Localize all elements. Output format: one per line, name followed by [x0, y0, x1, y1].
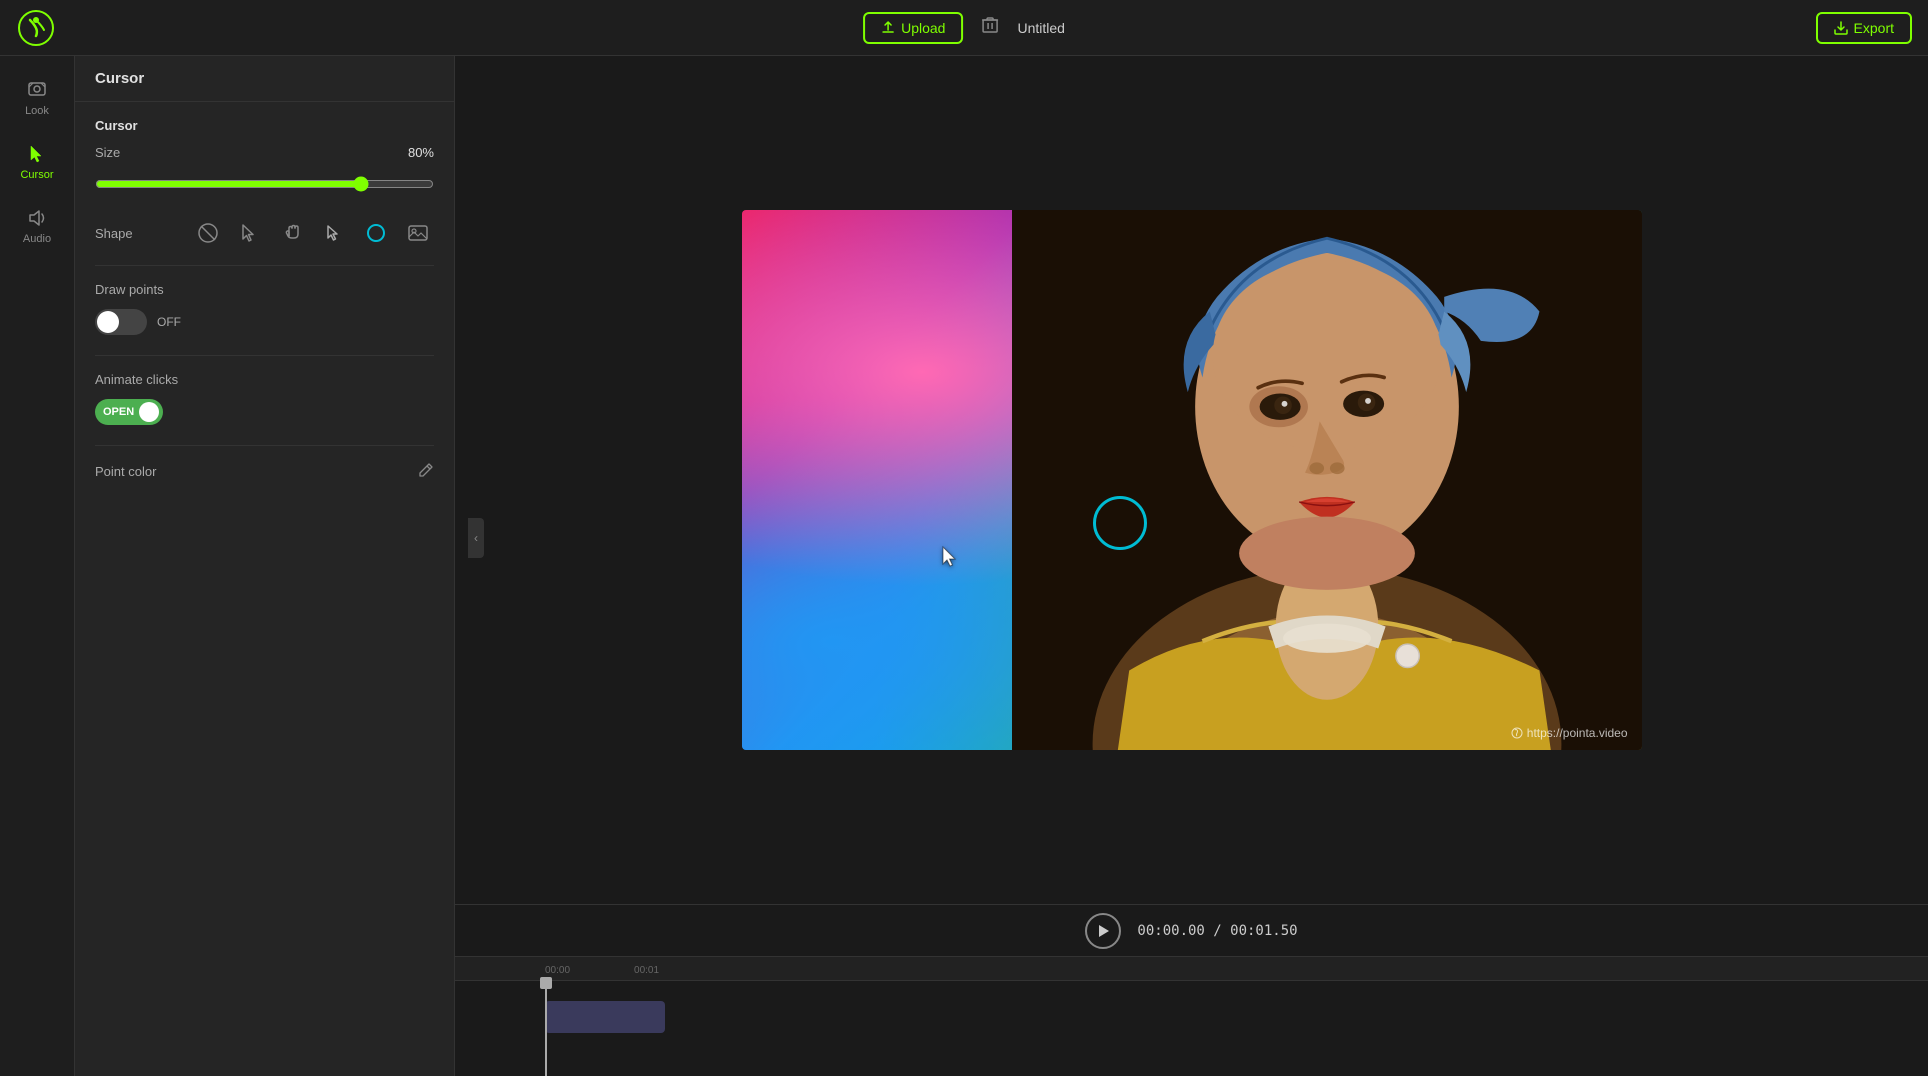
timeline-ruler: 00:00 00:01 [455, 957, 1928, 981]
video-preview: https://pointa.video [455, 56, 1928, 904]
watermark-url: https://pointa.video [1527, 726, 1628, 740]
sidebar-item-cursor[interactable]: Cursor [7, 132, 67, 192]
cursor-section-title: Cursor [95, 118, 434, 133]
shape-label: Shape [95, 226, 133, 241]
point-color-edit-icon[interactable] [418, 462, 434, 481]
content-area: https://pointa.video 00:00.00 / 00:01.50… [455, 56, 1928, 1076]
divider-3 [95, 445, 434, 446]
animate-clicks-knob [139, 402, 159, 422]
animate-clicks-toggle-row: OPEN [95, 399, 434, 425]
cursor-arrow-overlay [940, 545, 960, 575]
shape-icons [192, 217, 434, 249]
divider-1 [95, 265, 434, 266]
size-slider-container [95, 170, 434, 197]
app-logo[interactable] [16, 8, 56, 48]
properties-panel: Cursor Cursor Size 80% Shape [75, 56, 455, 1076]
video-canvas: https://pointa.video [742, 210, 1642, 750]
shape-arrow[interactable] [234, 217, 266, 249]
size-label: Size [95, 145, 120, 160]
timeline: 00:00 00:01 [455, 956, 1928, 1076]
sidebar-item-cursor-label: Cursor [20, 169, 53, 181]
shape-none[interactable] [192, 217, 224, 249]
shape-image-picker[interactable] [402, 217, 434, 249]
delete-button[interactable] [971, 10, 1009, 45]
timecode: 00:00.00 / 00:01.50 [1137, 923, 1297, 939]
draw-points-label: Draw points [95, 282, 434, 297]
topbar-left [16, 8, 56, 48]
play-button[interactable] [1085, 913, 1121, 949]
draw-points-state: OFF [157, 315, 181, 329]
sidebar-item-look-label: Look [25, 105, 49, 117]
ruler-mark-0: 00:00 [545, 965, 570, 976]
draw-points-toggle[interactable] [95, 309, 147, 335]
animate-clicks-toggle[interactable]: OPEN [95, 399, 163, 425]
animate-clicks-label: Animate clicks [95, 372, 434, 387]
upload-button[interactable]: Upload [863, 12, 963, 44]
timeline-track-area[interactable] [455, 981, 1928, 1076]
divider-2 [95, 355, 434, 356]
icon-sidebar: Look Cursor Audio [0, 56, 75, 1076]
size-slider[interactable] [95, 176, 434, 192]
panel-body: Cursor Size 80% Shape [75, 102, 454, 1076]
ruler-mark-1: 00:01 [634, 965, 659, 976]
shape-hand[interactable] [276, 217, 308, 249]
point-color-row: Point color [95, 462, 434, 481]
sidebar-item-look[interactable]: Look [7, 68, 67, 128]
export-button[interactable]: Export [1816, 12, 1912, 44]
animate-clicks-state: OPEN [103, 406, 134, 418]
panel-title: Cursor [75, 56, 454, 102]
size-row: Size 80% [95, 145, 434, 160]
shape-pointer[interactable] [318, 217, 350, 249]
painting-overlay [1012, 210, 1642, 750]
topbar: Upload Untitled Export [0, 0, 1928, 56]
draw-points-knob [97, 311, 119, 333]
main-layout: Look Cursor Audio Cursor Cursor Size 80% [0, 56, 1928, 1076]
point-color-label: Point color [95, 464, 156, 479]
shape-circle[interactable] [360, 217, 392, 249]
cursor-circle [1093, 496, 1147, 550]
shape-row: Shape [95, 217, 434, 249]
topbar-center: Upload Untitled [863, 10, 1065, 45]
draw-points-toggle-row: OFF [95, 309, 434, 335]
timeline-playhead[interactable] [545, 981, 547, 1076]
project-name[interactable]: Untitled [1017, 20, 1064, 36]
sidebar-item-audio-label: Audio [23, 233, 51, 245]
painting-svg [1012, 210, 1642, 750]
watermark: https://pointa.video [1511, 726, 1628, 740]
playback-controls: 00:00.00 / 00:01.50 [455, 904, 1928, 956]
panel-collapse-button[interactable]: ‹ [468, 518, 484, 558]
timeline-clip-bar[interactable] [545, 1001, 665, 1033]
size-value: 80% [408, 145, 434, 160]
sidebar-item-audio[interactable]: Audio [7, 196, 67, 256]
